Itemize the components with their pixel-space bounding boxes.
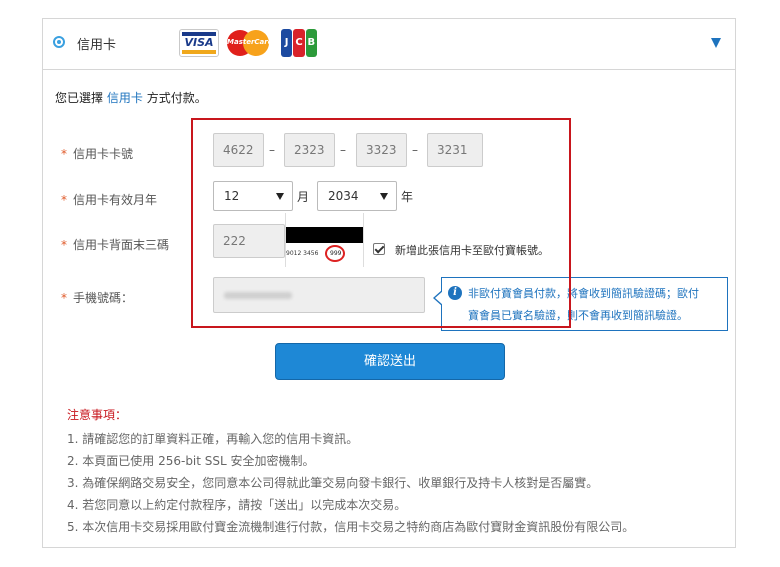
note-item: 1. 請確認您的訂單資料正確，再輸入您的信用卡資訊。 — [67, 432, 359, 446]
credit-card-payment-panel: 信用卡 VISA MasterCard J C B 您已選擇 信用卡 方式付款。… — [42, 18, 736, 548]
note-item: 3. 為確保網路交易安全，您同意本公司得就此筆交易向發卡銀行、收單銀行及持卡人核… — [67, 476, 599, 490]
visa-logo: VISA — [179, 29, 219, 57]
note-item: 5. 本次信用卡交易採用歐付寶金流機制進行付款，信用卡交易之特約商店為歐付寶財金… — [67, 520, 635, 534]
card-number-label: * 信用卡卡號 — [61, 147, 134, 161]
credit-card-radio[interactable] — [53, 36, 65, 48]
payment-method-label: 信用卡 — [77, 38, 117, 53]
submit-button[interactable]: 確認送出 — [275, 343, 505, 380]
notes-title: 注意事項： — [67, 408, 128, 422]
phone-label: * 手機號碼： — [61, 291, 134, 305]
highlight-box — [191, 118, 571, 328]
chosen-method-text: 您已選擇 信用卡 方式付款。 — [55, 91, 207, 105]
payment-method-header[interactable]: 信用卡 VISA MasterCard J C B — [43, 19, 735, 70]
note-item: 4. 若您同意以上約定付款程序，請按「送出」以完成本次交易。 — [67, 498, 407, 512]
triangle-down-icon[interactable] — [711, 38, 721, 48]
cvv-label: * 信用卡背面末三碼 — [61, 238, 170, 252]
note-item: 2. 本頁面已使用 256-bit SSL 安全加密機制。 — [67, 454, 315, 468]
jcb-logo: J C B — [281, 29, 317, 57]
mastercard-logo: MasterCard — [227, 29, 273, 57]
expiry-label: * 信用卡有效月年 — [61, 193, 158, 207]
